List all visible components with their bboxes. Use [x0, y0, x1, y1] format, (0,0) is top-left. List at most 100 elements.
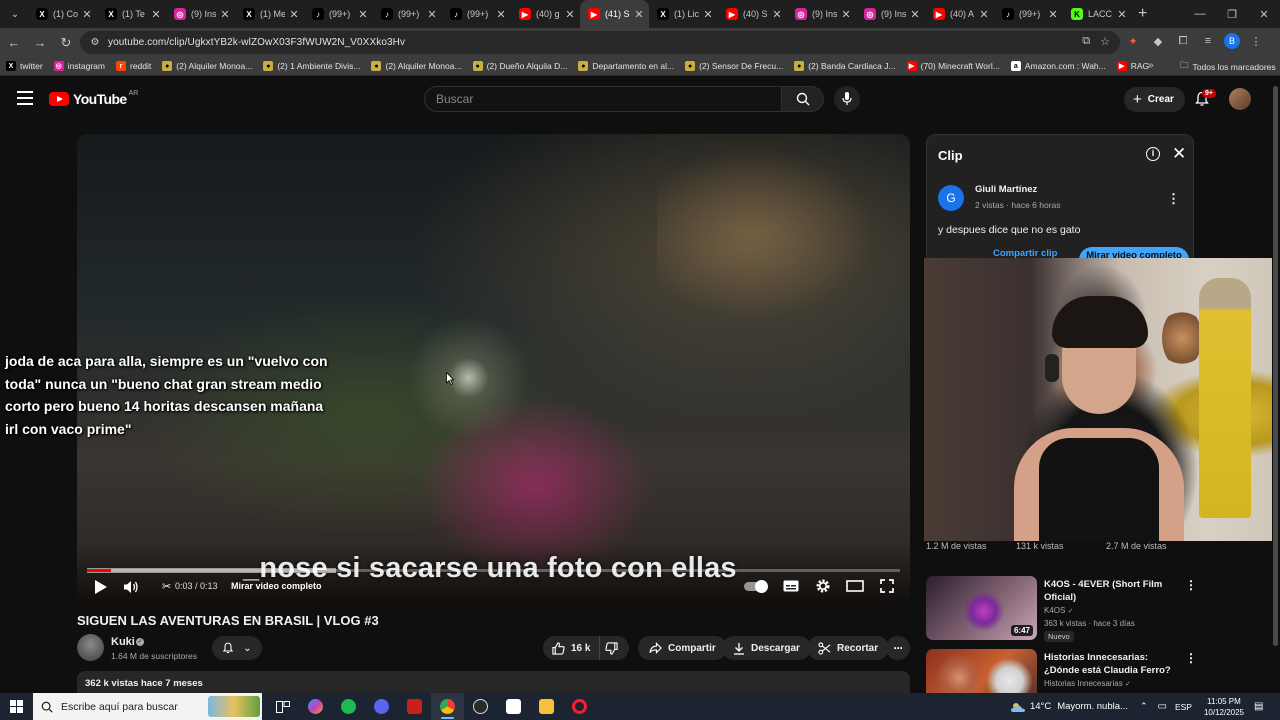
capcut-icon[interactable]	[497, 693, 530, 720]
browser-tab[interactable]: X (1) Te ✕	[97, 0, 166, 28]
extensions-puzzle-icon[interactable]: ⧠	[1174, 32, 1192, 50]
input-language[interactable]: ESP	[1175, 702, 1192, 712]
volume-icon[interactable]	[123, 579, 139, 595]
task-view-icon[interactable]	[266, 693, 299, 720]
taskbar-clock[interactable]: 11:05 PM 10/12/2025	[1204, 696, 1244, 718]
subtitles-icon[interactable]	[782, 578, 800, 594]
restore-icon[interactable]: ❐	[1216, 0, 1248, 28]
hamburger-menu-icon[interactable]	[17, 91, 33, 105]
extension-shield-icon[interactable]: ◆	[1149, 32, 1167, 50]
tab-close-icon[interactable]: ✕	[1047, 8, 1059, 21]
network-icon[interactable]: ▭	[1157, 701, 1166, 712]
bookmark-item[interactable]: ▶ RAG	[1116, 61, 1149, 71]
tab-close-icon[interactable]: ✕	[426, 8, 438, 21]
copilot-icon[interactable]	[299, 693, 332, 720]
browser-tab[interactable]: ◎ (9) Ins ✕	[856, 0, 925, 28]
bookmark-item[interactable]: ● (2) 1 Ambiente Divis...	[263, 61, 360, 71]
tab-close-icon[interactable]: ✕	[840, 8, 852, 21]
recommended-video[interactable]: 6:47 K4OS - 4EVER (Short Film Oficial) K…	[926, 576, 1197, 642]
weather-temperature[interactable]: 14°C	[1030, 701, 1051, 712]
browser-tab[interactable]: ◎ (9) Ins ✕	[787, 0, 856, 28]
theater-mode-icon[interactable]	[846, 578, 864, 594]
search-input[interactable]	[436, 92, 781, 106]
tab-close-icon[interactable]: ✕	[771, 8, 783, 21]
search-button[interactable]	[782, 86, 824, 112]
reload-icon[interactable]: ↻	[54, 31, 78, 55]
scrollbar-thumb[interactable]	[1273, 86, 1278, 646]
extension-fox-icon[interactable]: ✦	[1124, 32, 1142, 50]
back-icon[interactable]: ←	[2, 31, 26, 55]
create-button[interactable]: + Crear	[1124, 87, 1185, 112]
browser-tab[interactable]: K LACC ✕	[1063, 0, 1132, 28]
recommended-channel-name[interactable]: Historias Innecesarias ✓	[1044, 679, 1131, 688]
clip-options-icon[interactable]: ⋮	[1167, 191, 1180, 207]
tab-close-icon[interactable]: ✕	[219, 8, 231, 21]
voice-search-button[interactable]	[834, 86, 860, 112]
tab-close-icon[interactable]: ✕	[288, 8, 300, 21]
autoplay-toggle[interactable]	[742, 578, 768, 594]
bookmark-item[interactable]: a Amazon.com : Wah...	[1010, 61, 1106, 71]
bookmark-item[interactable]: ● Departamento en al...	[578, 61, 674, 71]
fullscreen-icon[interactable]	[878, 578, 896, 594]
tab-close-icon[interactable]: ✕	[633, 8, 645, 21]
bookmark-item[interactable]: ● (2) Alquiler Monoa...	[162, 61, 252, 71]
browser-tab[interactable]: X (1) Me ✕	[235, 0, 304, 28]
all-bookmarks-folder[interactable]: 🗀 Todos los marcadores	[1180, 60, 1276, 74]
browser-tab[interactable]: ♪ (99+) ✕	[442, 0, 511, 28]
minimize-icon[interactable]: —	[1184, 0, 1216, 28]
discord-icon[interactable]	[365, 693, 398, 720]
tab-close-icon[interactable]: ✕	[150, 8, 162, 21]
recommended-video-title[interactable]: Historias Innecesarias: ¿Dónde está Clau…	[1044, 651, 1172, 677]
browser-tab[interactable]: ◎ (9) Ins ✕	[166, 0, 235, 28]
clip-button[interactable]: Recortar	[807, 636, 890, 660]
tab-search-icon[interactable]: ⌄	[2, 1, 28, 27]
notification-center-icon[interactable]: ▤	[1254, 701, 1274, 712]
spotify-icon[interactable]	[332, 693, 365, 720]
bookmark-item[interactable]: r reddit	[116, 61, 151, 71]
bookmark-item[interactable]: ◎ instagram	[53, 61, 105, 71]
play-icon[interactable]	[94, 579, 108, 595]
browser-tab[interactable]: ▶ (40) A ✕	[925, 0, 994, 28]
like-button[interactable]: 16 k	[543, 636, 600, 660]
stream-app-icon[interactable]	[398, 693, 431, 720]
taskbar-search-box[interactable]: Escribe aquí para buscar	[33, 693, 262, 720]
bookmark-item[interactable]: ● (2) Banda Cardiaca J...	[794, 61, 896, 71]
channel-avatar[interactable]	[77, 634, 104, 661]
more-actions-icon[interactable]: ···	[886, 636, 910, 660]
browser-tab[interactable]: X (1) Lic ✕	[649, 0, 718, 28]
bookmark-item[interactable]: ● (2) Sensor De Frecu...	[685, 61, 783, 71]
browser-tab[interactable]: ▶ (40) S ✕	[718, 0, 787, 28]
opera-icon[interactable]	[563, 693, 596, 720]
url-text[interactable]: youtube.com/clip/UgkxtYB2k-wlZOwX03F3fWU…	[108, 37, 405, 48]
bookmark-item[interactable]: ● (2) Alquiler Monoa...	[371, 61, 462, 71]
tab-close-icon[interactable]: ✕	[81, 8, 93, 21]
clip-author-name[interactable]: Giuli Martínez	[975, 184, 1037, 195]
browser-tab[interactable]: ♪ (99+) ✕	[373, 0, 442, 28]
install-app-icon[interactable]: ⧉	[1082, 35, 1090, 48]
browser-tab[interactable]: ♪ (99+) ✕	[304, 0, 373, 28]
browser-tab[interactable]: ▶ (40) g ✕	[511, 0, 580, 28]
tab-close-icon[interactable]: ✕	[564, 8, 576, 21]
bookmark-item[interactable]: ▶ (70) Minecraft Worl...	[906, 61, 1000, 71]
close-window-icon[interactable]: ✕	[1248, 0, 1280, 28]
close-icon[interactable]: ✕	[1172, 144, 1186, 164]
video-options-icon[interactable]: ⋮	[1185, 651, 1197, 665]
forward-icon[interactable]: →	[28, 31, 52, 55]
browser-tab[interactable]: ▶ (41) SI ✕	[580, 0, 649, 28]
subscription-bell-button[interactable]: ⌄	[212, 636, 262, 660]
tab-close-icon[interactable]: ✕	[495, 8, 507, 21]
address-bar[interactable]: ⚙ youtube.com/clip/UgkxtYB2k-wlZOwX03F3f…	[80, 31, 1120, 54]
browser-menu-icon[interactable]: ⋮	[1247, 32, 1265, 50]
tab-close-icon[interactable]: ✕	[978, 8, 990, 21]
file-explorer-icon[interactable]	[530, 693, 563, 720]
youtube-logo[interactable]: YouTube AR	[49, 90, 138, 107]
tab-close-icon[interactable]: ✕	[1116, 8, 1128, 21]
bookmark-star-icon[interactable]: ☆	[1100, 35, 1110, 48]
video-thumbnail[interactable]: 6:47	[926, 576, 1037, 640]
obs-icon[interactable]	[464, 693, 497, 720]
weather-description[interactable]: Mayorm. nubla...	[1057, 701, 1128, 712]
description-box[interactable]: 362 k vistas hace 7 meses	[77, 671, 910, 693]
tray-overflow-chevron-icon[interactable]: ⌃	[1140, 701, 1148, 712]
tab-close-icon[interactable]: ✕	[357, 8, 369, 21]
bookmarks-overflow-icon[interactable]: »	[1148, 60, 1154, 71]
